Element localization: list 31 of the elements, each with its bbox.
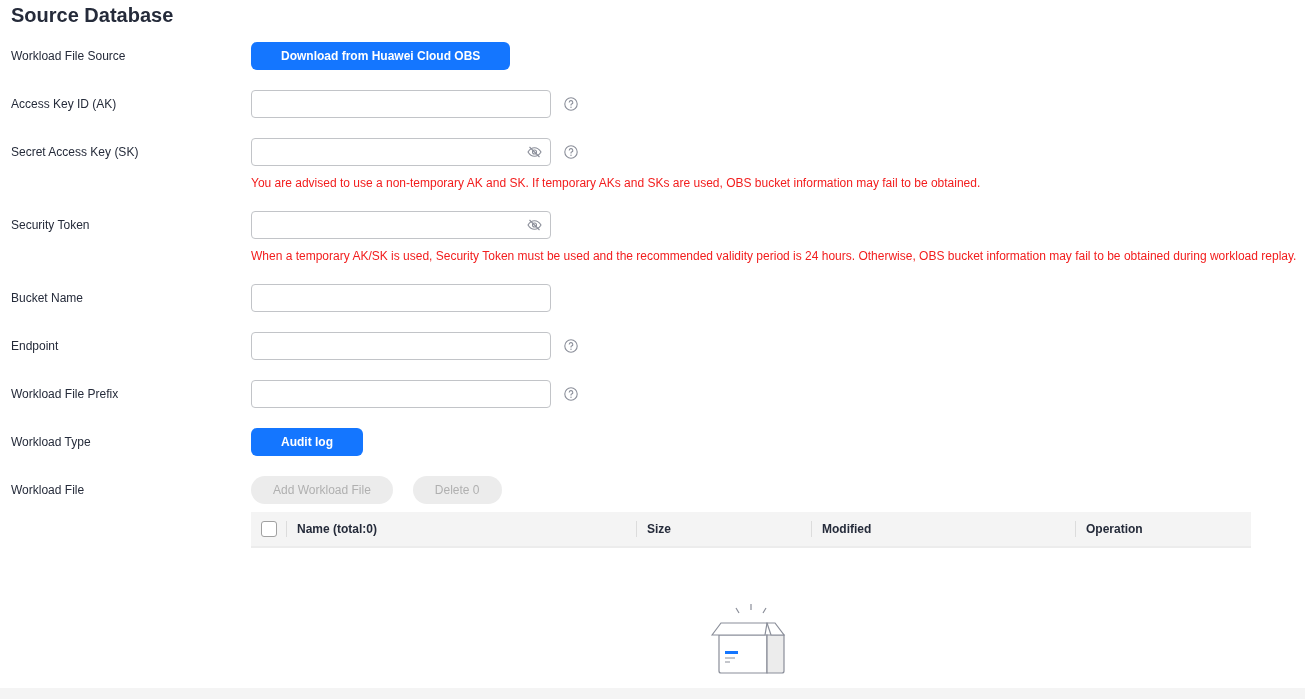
column-header: Name (total:0) bbox=[286, 521, 377, 537]
primary-button[interactable]: Download from Huawei Cloud OBS bbox=[251, 42, 511, 70]
input-field[interactable] bbox=[251, 332, 551, 360]
field-label: Workload File Prefix bbox=[11, 386, 120, 403]
field-label: Security Token bbox=[11, 217, 91, 234]
field-label: Secret Access Key (SK) bbox=[11, 144, 140, 161]
help-icon[interactable] bbox=[564, 339, 578, 353]
warning-text: When a temporary AK/SK is used, Security Token must be used and the recommended validity period is 24 hours. Otherwise, OBS bucket information may fail to be obtained during workload replay. bbox=[251, 248, 1298, 264]
field-label: Workload File bbox=[11, 482, 86, 499]
input-field[interactable] bbox=[251, 138, 551, 166]
field-label: Access Key ID (AK) bbox=[11, 96, 118, 113]
field-label: Endpoint bbox=[11, 338, 60, 355]
column-header: Modified bbox=[811, 521, 872, 537]
input-field[interactable] bbox=[251, 284, 551, 312]
eye-slash-icon[interactable] bbox=[527, 219, 542, 231]
warning-text: You are advised to use a non-temporary AK and SK. If temporary AKs and SKs are used, OBS bucket information may fail to be obtained. bbox=[251, 175, 982, 191]
input-field[interactable] bbox=[251, 211, 551, 239]
column-header: Size bbox=[636, 521, 671, 537]
column-header: Operation bbox=[1075, 521, 1143, 537]
checkbox[interactable] bbox=[261, 521, 277, 537]
input-field[interactable] bbox=[251, 90, 551, 118]
help-icon[interactable] bbox=[564, 145, 578, 159]
page-title: Source Database bbox=[11, 4, 175, 26]
field-label: Workload Type bbox=[11, 434, 92, 451]
help-icon[interactable] bbox=[564, 387, 578, 401]
eye-slash-icon[interactable] bbox=[527, 146, 542, 158]
field-label: Workload File Source bbox=[11, 48, 127, 65]
help-icon[interactable] bbox=[564, 97, 578, 111]
input-field[interactable] bbox=[251, 380, 551, 408]
field-label: Bucket Name bbox=[11, 290, 85, 307]
primary-button[interactable]: Audit log bbox=[251, 428, 363, 456]
